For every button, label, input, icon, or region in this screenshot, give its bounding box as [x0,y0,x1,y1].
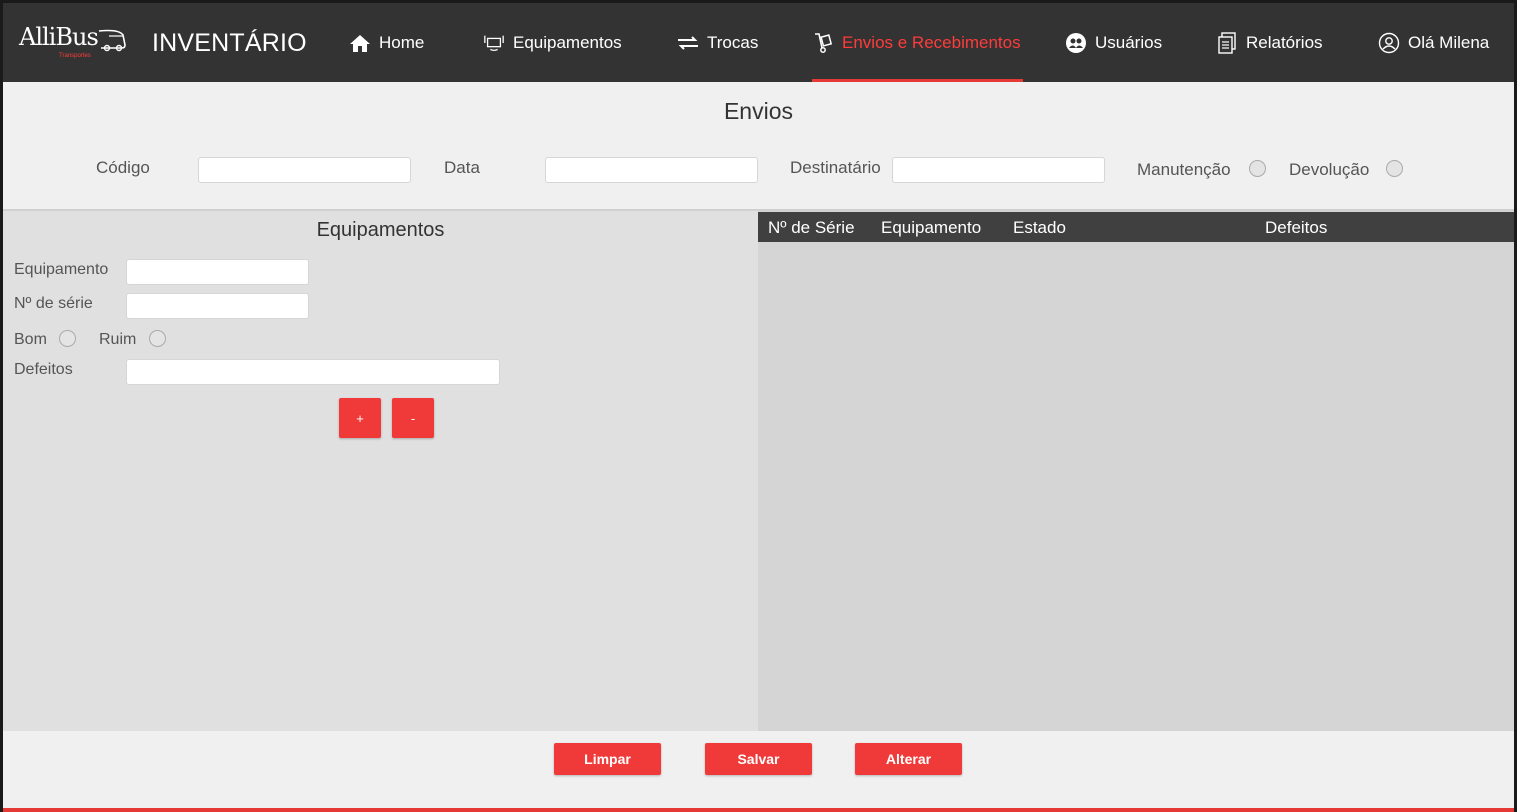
navbar: AlliBus Transportes INVENTÁRIO Home Equi… [3,3,1514,82]
nav-home[interactable]: Home [349,3,424,82]
add-equipment-button[interactable]: + [339,398,381,438]
nav-envios-label: Envios e Recebimentos [842,32,1021,52]
app-window: AlliBus Transportes INVENTÁRIO Home Equi… [3,3,1514,812]
nav-home-label: Home [379,32,425,52]
alterar-button[interactable]: Alterar [855,743,962,775]
hand-truck-icon [812,32,834,54]
home-icon [349,32,371,54]
codigo-input[interactable] [198,157,411,183]
devolucao-radio[interactable] [1386,160,1403,177]
nav-trocas-label: Trocas [707,32,759,52]
bom-radio[interactable] [59,330,76,347]
destinatario-input[interactable] [892,157,1105,183]
logo-subtext: Transportes [59,53,91,59]
remove-equipment-button[interactable]: - [392,398,434,438]
nav-relatorios-label: Relatórios [1246,32,1323,52]
user-circle-icon [1378,32,1400,54]
defeitos-input[interactable] [126,359,500,385]
ruim-radio[interactable] [149,330,166,347]
defeitos-label: Defeitos [14,361,73,378]
equipamentos-title: Equipamentos [316,219,445,241]
column-header-defeitos[interactable]: Defeitos [1265,218,1327,238]
equipamentos-table: Nº de Série Equipamento Estado Defeitos [758,209,1514,731]
nav-user-account[interactable]: Olá Milena [1378,3,1489,82]
manutencao-label: Manutenção [1137,160,1231,179]
app-title: INVENTÁRIO [152,29,307,57]
table-header: Nº de Série Equipamento Estado Defeitos [758,212,1514,242]
manutencao-radio[interactable] [1249,160,1266,177]
equipamento-input[interactable] [126,259,309,285]
report-icon [1216,31,1238,54]
serie-label: Nº de série [14,295,93,312]
allibus-logo[interactable]: AlliBus Transportes [19,23,127,63]
nav-user-label: Olá Milena [1408,32,1490,52]
column-header-serie[interactable]: Nº de Série [768,218,855,238]
limpar-button[interactable]: Limpar [554,743,661,775]
bus-icon [98,29,126,52]
nav-equipamentos[interactable]: Equipamentos [483,3,622,82]
devolucao-label: Devolução [1289,160,1370,179]
bottom-accent-bar [3,808,1514,812]
device-icon [483,32,505,54]
data-label: Data [444,158,480,177]
equipamentos-panel: Equipamentos Equipamento Nº de série Bom… [3,209,758,731]
swap-icon [677,32,699,54]
nav-relatorios[interactable]: Relatórios [1216,3,1323,82]
page-title: Envios [723,98,794,124]
serie-input[interactable] [126,293,309,319]
nav-usuarios[interactable]: Usuários [1065,3,1162,82]
nav-usuarios-label: Usuários [1095,32,1163,52]
nav-envios-recebimentos[interactable]: Envios e Recebimentos [812,3,1023,82]
users-icon [1065,32,1087,54]
data-input[interactable] [545,157,758,183]
salvar-button[interactable]: Salvar [705,743,812,775]
equipamento-label: Equipamento [14,261,109,278]
bom-label: Bom [14,331,47,348]
column-header-estado[interactable]: Estado [1013,218,1066,238]
codigo-label: Código [96,158,150,177]
nav-equipamentos-label: Equipamentos [513,32,622,52]
nav-trocas[interactable]: Trocas [677,3,758,82]
ruim-label: Ruim [99,331,137,348]
destinatario-label: Destinatário [790,158,881,177]
column-header-equipamento[interactable]: Equipamento [881,218,981,238]
